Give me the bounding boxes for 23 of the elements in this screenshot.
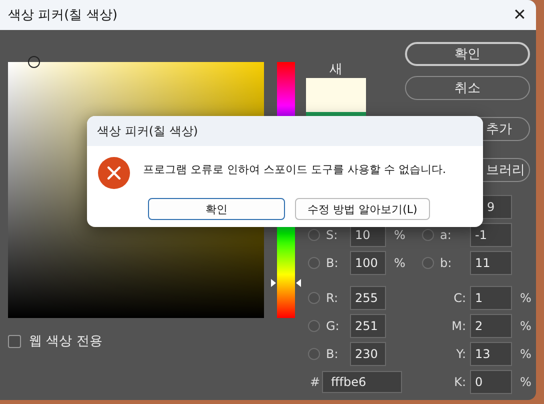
new-label: 새 [330,61,342,78]
field-label: K: [453,375,467,389]
unit-label: % [519,347,530,361]
unit-label: % [519,319,530,333]
field-label: b: [439,256,453,270]
field-label: a: [439,228,452,242]
unit-label: % [393,256,406,270]
field-label: B: [325,347,340,361]
field-label: B: [325,256,340,270]
checkbox-label: 웹 색상 전용 [29,333,102,350]
unit-label: % [393,228,406,242]
field-label: M: [450,319,467,333]
unit-label: % [519,291,530,305]
field-label: G: [325,319,340,333]
window-title: 색상 피커(칠 색상) [8,7,118,24]
alert-message: 프로그램 오류로 인하여 스포이드 도구를 사용할 수 없습니다. [143,162,446,177]
field-label: R: [325,291,340,305]
alert-title: 색상 피커(칠 색상) [97,122,198,140]
field-label: C: [452,291,467,305]
hex-label: # [308,375,322,389]
unit-label: % [519,375,530,389]
field-label: Y: [455,347,467,361]
field-label: S: [325,228,339,242]
